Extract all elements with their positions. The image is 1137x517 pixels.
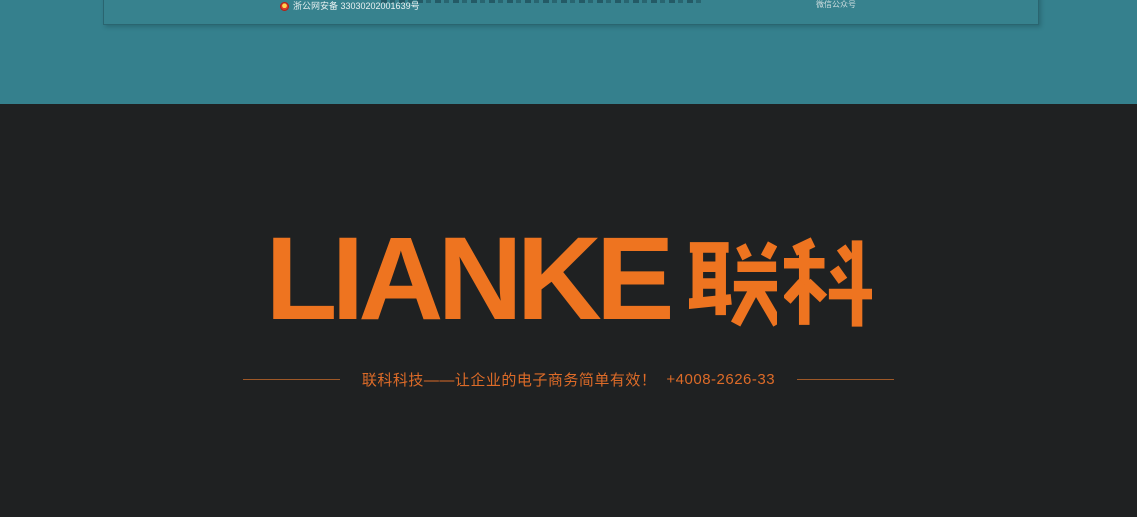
police-record-link[interactable]: 浙公网安备 33030202001639号 (280, 1, 420, 11)
psb-badge-icon (280, 2, 289, 11)
police-record-text: 浙公网安备 33030202001639号 (293, 1, 420, 11)
wechat-account-caption: 微信公众号 (816, 0, 856, 9)
logo-cjk-lian-icon (689, 235, 777, 332)
brand-section: LIANKE (0, 104, 1137, 517)
footer-top-strip: 浙公网安备 33030202001639号 微信公众号 (0, 0, 1137, 104)
brand-tagline: 联科科技——让企业的电子商务简单有效！ (362, 369, 657, 390)
logo-latin-text: LIANKE (265, 226, 668, 332)
brand-logo: LIANKE (0, 226, 1137, 332)
brand-phone: +4008-2626-33 (666, 371, 775, 388)
tagline-group: 联科科技——让企业的电子商务简单有效！ +4008-2626-33 (362, 369, 775, 390)
divider-line-left (243, 379, 340, 380)
footer-panel: 浙公网安备 33030202001639号 微信公众号 (103, 0, 1039, 25)
divider-line-right (797, 379, 894, 380)
brand-tagline-row: 联科科技——让企业的电子商务简单有效！ +4008-2626-33 (0, 369, 1137, 390)
logo-cjk: 联科 (689, 235, 872, 332)
logo-cjk-ke-icon (784, 235, 872, 332)
clipped-text-remnant (381, 0, 703, 3)
